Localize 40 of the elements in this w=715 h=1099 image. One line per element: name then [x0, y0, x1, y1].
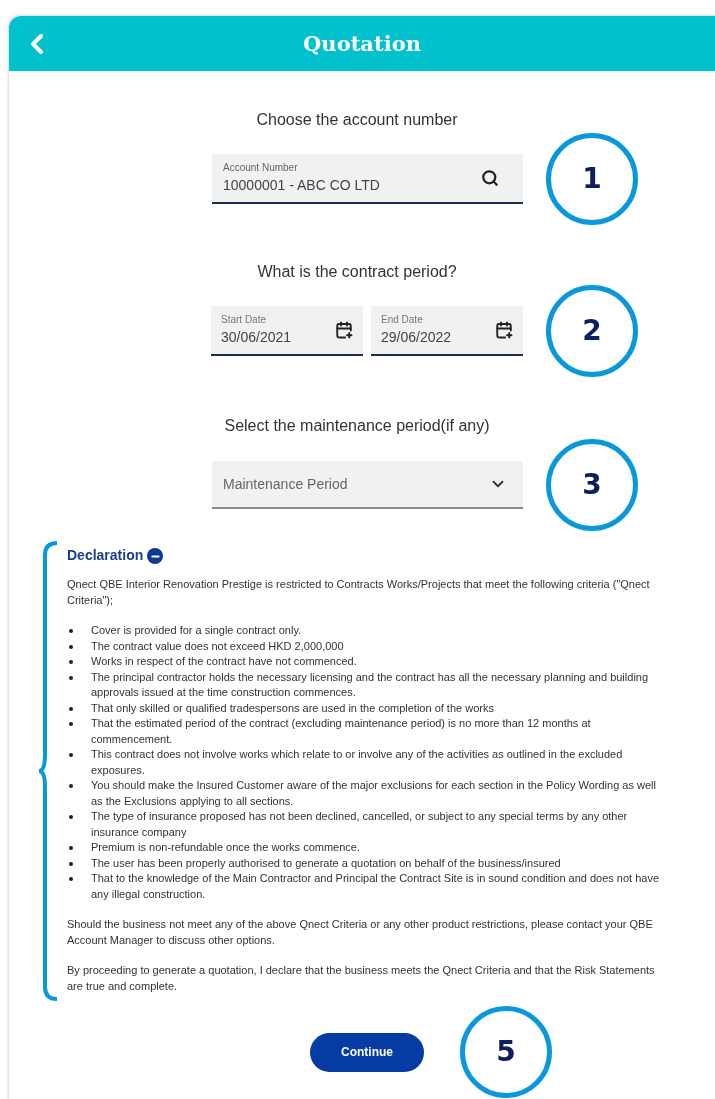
date-field[interactable]: Start Date 30/06/2021 [211, 306, 363, 356]
section-prompt: What is the contract period? [257, 262, 457, 282]
account-number-field[interactable]: Account Number 10000001 - ABC CO LTD [212, 154, 523, 204]
criteria-item: The user has been properly authorised to generate a quotation on behalf of the business/insured [91, 855, 561, 871]
continue-button[interactable]: Continue [310, 1032, 424, 1072]
declaration-paragraph: Should the business not meet any of the above Qnect Criteria or any other product restrictions, please contact your QBE Account Manager to discuss other options. [67, 917, 654, 948]
step-marker: 3 [546, 439, 638, 531]
field-label: Account Number [223, 161, 299, 175]
declaration-paragraph: By proceeding to generate a quotation, I declare that the business meets the Qnect Criteria and that the Risk Statements are true and complete. [67, 963, 656, 994]
criteria-item: Works in respect of the contract have not commenced. [91, 654, 357, 669]
criteria-item: This contract does not involve works which relate to or involve any of the activities as outlined in the excluded exposures. [91, 747, 624, 778]
search-icon [481, 169, 499, 187]
step-marker: 2 [546, 285, 638, 377]
criteria-item: That to the knowledge of the Main Contractor and Principal the Contract Site is in sound condition and does not have any illegal construction. [91, 871, 661, 902]
step-marker: 1 [546, 133, 638, 225]
declaration-title: Declaration [67, 548, 144, 564]
criteria-item: That only skilled or qualified tradespersons are used in the completion of the works [91, 700, 494, 716]
field-value: 10000001 - ABC CO LTD [223, 176, 381, 195]
criteria-item: The contract value does not exceed HKD 2,000,000 [91, 638, 344, 654]
maintenance-period-select[interactable]: Maintenance Period [212, 461, 523, 509]
select-placeholder: Maintenance Period [223, 474, 349, 494]
criteria-item: The principal contractor holds the necessary licensing and the contract has all the necessary planning and building approvals issued at the time construction commences. [91, 669, 650, 700]
criteria-item: You should make the Insured Customer aware of the major exclusions for each section in the Policy Wording as well as the Exclusions applying to all sections. [91, 778, 657, 809]
criteria-item: Cover is provided for a single contract only. [91, 623, 302, 638]
step-marker: 5 [460, 1006, 552, 1098]
criteria-item: That the estimated period of the contract (excluding maintenance period) is no more than 12 months at commencement. [91, 716, 592, 747]
date-field[interactable]: End Date 29/06/2022 [371, 306, 523, 356]
field-value: 29/06/2022 [381, 328, 453, 347]
declaration-intro: Qnect QBE Interior Renovation Prestige is restricted to Contracts Works/Projects that meet the following criteria ("Qnect Criteria"); [67, 577, 651, 608]
page-title: Quotation [303, 29, 421, 58]
collapse-icon[interactable] [147, 548, 164, 564]
field-label: Start Date [221, 313, 268, 327]
criteria-item: Premium is non-refundable once the works commence. [91, 840, 360, 855]
field-value: 30/06/2021 [221, 328, 293, 347]
calendar-icon [335, 321, 353, 339]
section-prompt: Select the maintenance period(if any) [224, 416, 490, 436]
field-label: End Date [381, 313, 424, 327]
section-prompt: Choose the account number [256, 110, 458, 130]
criteria-item: The type of insurance proposed has not been declined, cancelled, or subject to any special terms by any other insurance company [91, 809, 629, 840]
calendar-icon [495, 321, 513, 339]
